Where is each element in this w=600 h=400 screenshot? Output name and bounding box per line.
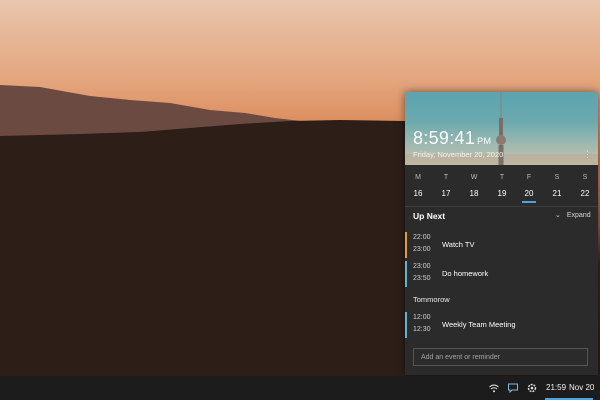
weekday-label: W	[470, 174, 478, 181]
event-start-time: 22:00	[413, 234, 431, 241]
event-item[interactable]: 23:00 23:50 Do homework	[405, 261, 598, 287]
event-end-time: 23:00	[413, 246, 431, 253]
flyout-clock: 8:59:41 PM	[413, 128, 491, 149]
today-indicator	[522, 201, 536, 203]
tomorrow-heading: Tommorow	[413, 295, 450, 304]
event-start-time: 23:00	[413, 263, 431, 270]
event-item[interactable]: 22:00 23:00 Watch TV	[405, 232, 598, 258]
flyout-hero-image: 8:59:41 PM Friday, November 20, 2020 ⋮	[405, 92, 598, 165]
weekday-label: M	[415, 174, 421, 181]
taskbar-time[interactable]: 21:59	[546, 383, 566, 392]
taskbar: 21:59 Nov 20	[0, 376, 600, 400]
day-number[interactable]: 19	[492, 189, 512, 198]
event-color-bar	[405, 261, 407, 287]
event-title: Watch TV	[442, 240, 475, 249]
chevron-down-icon: ⌄	[555, 212, 561, 219]
weekday-label: T	[499, 174, 505, 181]
event-color-bar	[405, 232, 407, 258]
clock-ampm: PM	[477, 136, 492, 146]
weekday-label: S	[554, 174, 560, 181]
flyout-full-date: Friday, November 20, 2020	[413, 150, 504, 159]
weekday-label: T	[443, 174, 449, 181]
settings-icon[interactable]	[526, 382, 538, 394]
day-number[interactable]: 17	[436, 189, 456, 198]
clock-time: 8:59:41	[413, 128, 476, 148]
add-event-input[interactable]: Add an event or reminder	[413, 348, 588, 366]
event-start-time: 12:00	[413, 314, 431, 321]
day-number[interactable]: 16	[408, 189, 428, 198]
taskbar-date[interactable]: Nov 20	[569, 383, 594, 392]
event-color-bar	[405, 312, 407, 338]
day-number[interactable]: 18	[464, 189, 484, 198]
day-number[interactable]: 20	[519, 189, 539, 198]
wifi-icon[interactable]	[488, 382, 500, 394]
week-strip: M 16 T 17 W 18 T 19 F 20 S 21 S 22	[405, 165, 598, 207]
weekday-label: S	[582, 174, 588, 181]
event-end-time: 23:50	[413, 275, 431, 282]
event-end-time: 12:30	[413, 326, 431, 333]
event-item[interactable]: 12:00 12:30 Weekly Team Meeting	[405, 312, 598, 338]
event-title: Weekly Team Meeting	[442, 320, 516, 329]
day-number[interactable]: 22	[575, 189, 595, 198]
day-number[interactable]: 21	[547, 189, 567, 198]
expand-label: Expand	[566, 212, 591, 219]
up-next-heading: Up Next	[413, 211, 446, 221]
calendar-flyout: 8:59:41 PM Friday, November 20, 2020 ⋮ M 1…	[405, 92, 598, 375]
event-title: Do homework	[442, 269, 489, 278]
expand-button[interactable]: ⌄ Expand	[555, 211, 591, 219]
weekday-label: F	[526, 174, 532, 181]
chat-icon[interactable]	[507, 382, 519, 394]
more-vertical-icon[interactable]: ⋮	[583, 148, 592, 160]
